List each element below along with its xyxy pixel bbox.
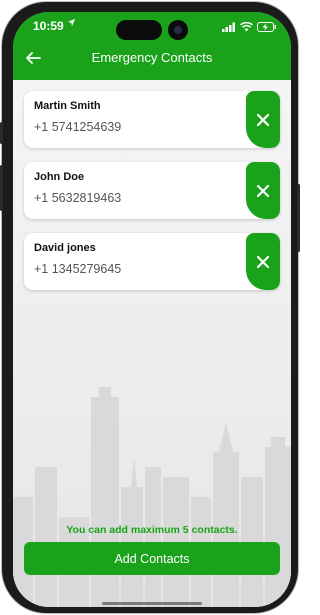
- close-icon: [256, 255, 270, 268]
- contact-name: Martin Smith: [34, 100, 101, 112]
- phone-side-button: [297, 184, 300, 252]
- remove-contact-button[interactable]: [246, 162, 280, 219]
- app-screen: 10:59 Emergency Contacts Martin Smith +1…: [13, 12, 291, 607]
- contact-phone: +1 1345279645: [34, 262, 122, 276]
- system-icons: [222, 19, 277, 37]
- dynamic-island: [116, 20, 162, 40]
- nav-bar: Emergency Contacts: [13, 46, 291, 74]
- signal-icon: [222, 19, 236, 37]
- app-header: 10:59 Emergency Contacts: [13, 12, 291, 80]
- remove-contact-button[interactable]: [246, 91, 280, 148]
- close-icon: [256, 184, 270, 197]
- page-title: Emergency Contacts: [91, 50, 213, 65]
- status-time: 10:59: [33, 19, 64, 33]
- status-bar: 10:59: [13, 12, 291, 40]
- home-indicator: [102, 602, 202, 605]
- wifi-icon: [240, 19, 253, 37]
- contact-card: David jones +1 1345279645: [24, 233, 280, 290]
- add-contacts-button[interactable]: Add Contacts: [24, 542, 280, 575]
- contact-card: John Doe +1 5632819463: [24, 162, 280, 219]
- remove-contact-button[interactable]: [246, 233, 280, 290]
- contact-phone: +1 5632819463: [34, 191, 122, 205]
- contact-phone: +1 5741254639: [34, 120, 122, 134]
- phone-side-button: [0, 165, 3, 211]
- phone-side-button: [0, 122, 3, 144]
- contact-card: Martin Smith +1 5741254639: [24, 91, 280, 148]
- main-content: Martin Smith +1 5741254639 John Doe +1 5…: [13, 80, 291, 607]
- close-icon: [256, 113, 270, 126]
- contact-name: David jones: [34, 242, 96, 254]
- location-arrow-icon: [67, 18, 76, 30]
- contact-name: John Doe: [34, 171, 85, 183]
- battery-charging-icon: [257, 19, 277, 37]
- max-contacts-hint: You can add maximum 5 contacts.: [66, 524, 238, 536]
- phone-frame: 10:59 Emergency Contacts Martin Smith +1…: [2, 2, 298, 613]
- front-camera: [168, 20, 188, 40]
